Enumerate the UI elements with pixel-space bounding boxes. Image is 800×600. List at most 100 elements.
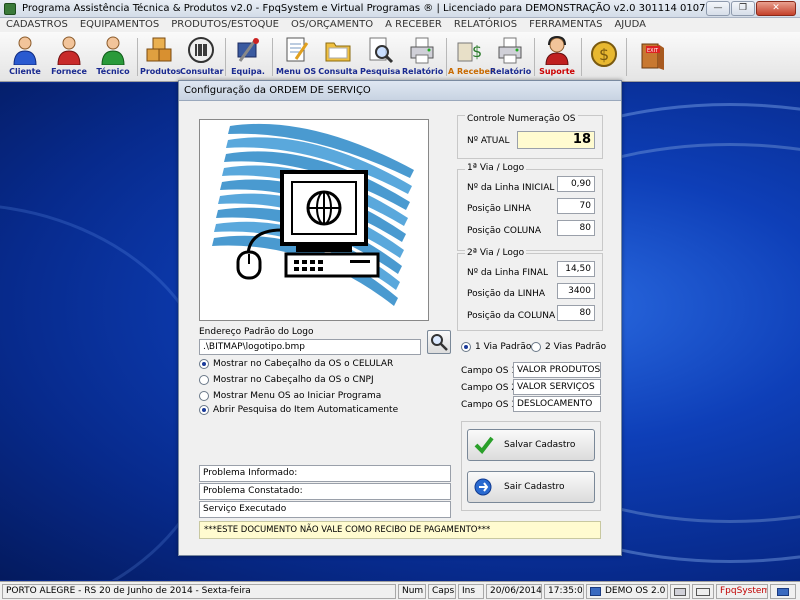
cliente-button[interactable]: Cliente	[4, 34, 46, 80]
posicao-da-linha-field[interactable]: 3400	[557, 283, 595, 299]
logo-path-field[interactable]: .\BITMAP\logotipo.bmp	[199, 339, 421, 355]
sair-cadastro-button[interactable]: Sair Cadastro	[467, 471, 595, 503]
close-button[interactable]: ✕	[756, 1, 796, 16]
menu-equipamentos[interactable]: EQUIPAMENTOS	[74, 18, 165, 32]
logo-path-label: Endereço Padrão do Logo	[199, 327, 314, 337]
status-date: 20/06/2014	[486, 584, 542, 599]
menu-ajuda[interactable]: AJUDA	[608, 18, 651, 32]
logo-preview	[199, 119, 429, 321]
app-icon	[4, 3, 16, 15]
toolbar-separator	[626, 38, 627, 76]
status-ins: Ins	[458, 584, 484, 599]
salvar-cadastro-button[interactable]: Salvar Cadastro	[467, 429, 595, 461]
option-celular[interactable]: Mostrar no Cabeçalho da OS o CELULAR	[199, 359, 393, 369]
menu-a-receber[interactable]: A RECEBER	[379, 18, 448, 32]
document-pencil-icon	[282, 35, 310, 65]
posicao-da-coluna-field[interactable]: 80	[557, 305, 595, 321]
consulta-button[interactable]: Consulta	[318, 34, 358, 80]
produtos-button[interactable]: Produtos	[140, 34, 181, 80]
numero-atual-field[interactable]: 18	[517, 131, 595, 149]
linha-inicial-field[interactable]: 0,90	[557, 176, 595, 192]
recibo-notice: ***ESTE DOCUMENTO NÃO VALE COMO RECIBO D…	[199, 521, 601, 539]
maximize-button[interactable]: ❐	[731, 1, 755, 16]
radio-dot	[461, 342, 471, 352]
suporte-button[interactable]: Suporte	[536, 34, 578, 80]
option-cnpj[interactable]: Mostrar no Cabeçalho da OS o CNPJ	[199, 375, 374, 385]
toolbar-separator	[534, 38, 535, 76]
exit-button[interactable]: EXIT	[634, 34, 670, 80]
svg-text:$: $	[472, 42, 482, 61]
a-receber-button[interactable]: $ A Receber	[448, 34, 494, 80]
menu-produtos-estoque[interactable]: PRODUTOS/ESTOQUE	[165, 18, 285, 32]
toolbar-separator	[446, 38, 447, 76]
equipa-button[interactable]: Equipa.	[228, 34, 268, 80]
status-extra[interactable]	[770, 584, 796, 599]
status-location: PORTO ALEGRE - RS 20 de Junho de 2014 - …	[2, 584, 396, 599]
status-keyboard[interactable]	[692, 584, 714, 599]
posicao-da-coluna-label: Posição da COLUNA	[467, 311, 556, 321]
browse-logo-button[interactable]	[427, 330, 451, 354]
toolbar-separator	[225, 38, 226, 76]
status-demo: DEMO OS 2.0	[586, 584, 668, 599]
via-1-radio[interactable]: 1 Via Padrão	[461, 342, 531, 352]
linha-inicial-label: Nº da Linha INICIAL	[467, 183, 555, 193]
posicao-coluna-field[interactable]: 80	[557, 220, 595, 236]
radio-dot	[199, 405, 209, 415]
radio-dot	[531, 342, 541, 352]
pesquisa-button[interactable]: Pesquisa	[360, 34, 400, 80]
campo-os-1-field[interactable]: VALOR PRODUTOS	[513, 362, 601, 378]
linha-final-field[interactable]: 14,50	[557, 261, 595, 277]
numero-atual-label: Nº ATUAL	[467, 136, 510, 146]
menu-relatorios[interactable]: RELATÓRIOS	[448, 18, 523, 32]
monitor-icon	[590, 587, 601, 596]
dialog-title: Configuração da ORDEM DE SERVIÇO	[179, 81, 621, 101]
menu-ferramentas[interactable]: FERRAMENTAS	[523, 18, 608, 32]
status-printer[interactable]	[670, 584, 690, 599]
toolbar-separator	[272, 38, 273, 76]
person-blue-icon	[11, 35, 39, 66]
toolbar-separator	[137, 38, 138, 76]
toolbar: Cliente Fornece Técnico Produtos Consult…	[0, 32, 800, 82]
toolbar-separator	[581, 38, 582, 76]
problema-constatado-field[interactable]: Problema Constatado:	[199, 483, 451, 500]
status-caps: Caps	[428, 584, 456, 599]
money-calculator-icon: $	[455, 35, 483, 65]
financeiro-button[interactable]: $	[586, 34, 622, 80]
radio-dot	[199, 391, 209, 401]
consultar-button[interactable]: Consultar	[180, 34, 223, 80]
posicao-linha-field[interactable]: 70	[557, 198, 595, 214]
status-num: Num	[398, 584, 426, 599]
monitor-icon	[777, 588, 789, 596]
campo-os-2-field[interactable]: VALOR SERVIÇOS	[513, 379, 601, 395]
person-green-icon	[99, 35, 127, 66]
relatorio-button[interactable]: Relatório	[402, 34, 443, 80]
printer-icon	[674, 588, 686, 596]
option-abrir-pesquisa[interactable]: Abrir Pesquisa do Item Automaticamente	[199, 405, 398, 415]
computer-logo-icon	[212, 123, 414, 306]
campo-os-3-field[interactable]: DESLOCAMENTO	[513, 396, 601, 412]
magnifier-icon	[431, 334, 448, 351]
boxes-icon	[145, 35, 173, 65]
folder-icon	[324, 35, 352, 65]
linha-final-label: Nº da Linha FINAL	[467, 268, 548, 278]
servico-executado-field[interactable]: Serviço Executado	[199, 501, 451, 518]
tecnico-button[interactable]: Técnico	[92, 34, 134, 80]
campo-os-1-label: Campo OS 1	[461, 366, 518, 376]
minimize-button[interactable]: —	[706, 1, 730, 16]
via-2-radio[interactable]: 2 Vias Padrão	[531, 342, 606, 352]
campo-os-2-label: Campo OS 2	[461, 383, 518, 393]
window-title: Programa Assistência Técnica & Produtos …	[22, 3, 719, 14]
posicao-da-linha-label: Posição da LINHA	[467, 289, 546, 299]
problema-informado-field[interactable]: Problema Informado:	[199, 465, 451, 482]
option-menu-os[interactable]: Mostrar Menu OS ao Iniciar Programa	[199, 391, 381, 401]
fornece-button[interactable]: Fornece	[48, 34, 90, 80]
menu-cadastros[interactable]: CADASTROS	[0, 18, 74, 32]
relatorio-receber-button[interactable]: Relatório	[490, 34, 531, 80]
arrow-right-circle-icon	[474, 478, 492, 496]
menu-os-button[interactable]: Menu OS	[276, 34, 316, 80]
keyboard-icon	[696, 588, 710, 596]
coin-icon: $	[590, 40, 618, 70]
radio-dot	[199, 359, 209, 369]
menu-os-orcamento[interactable]: OS/ORÇAMENTO	[285, 18, 379, 32]
printer-icon	[496, 35, 524, 65]
